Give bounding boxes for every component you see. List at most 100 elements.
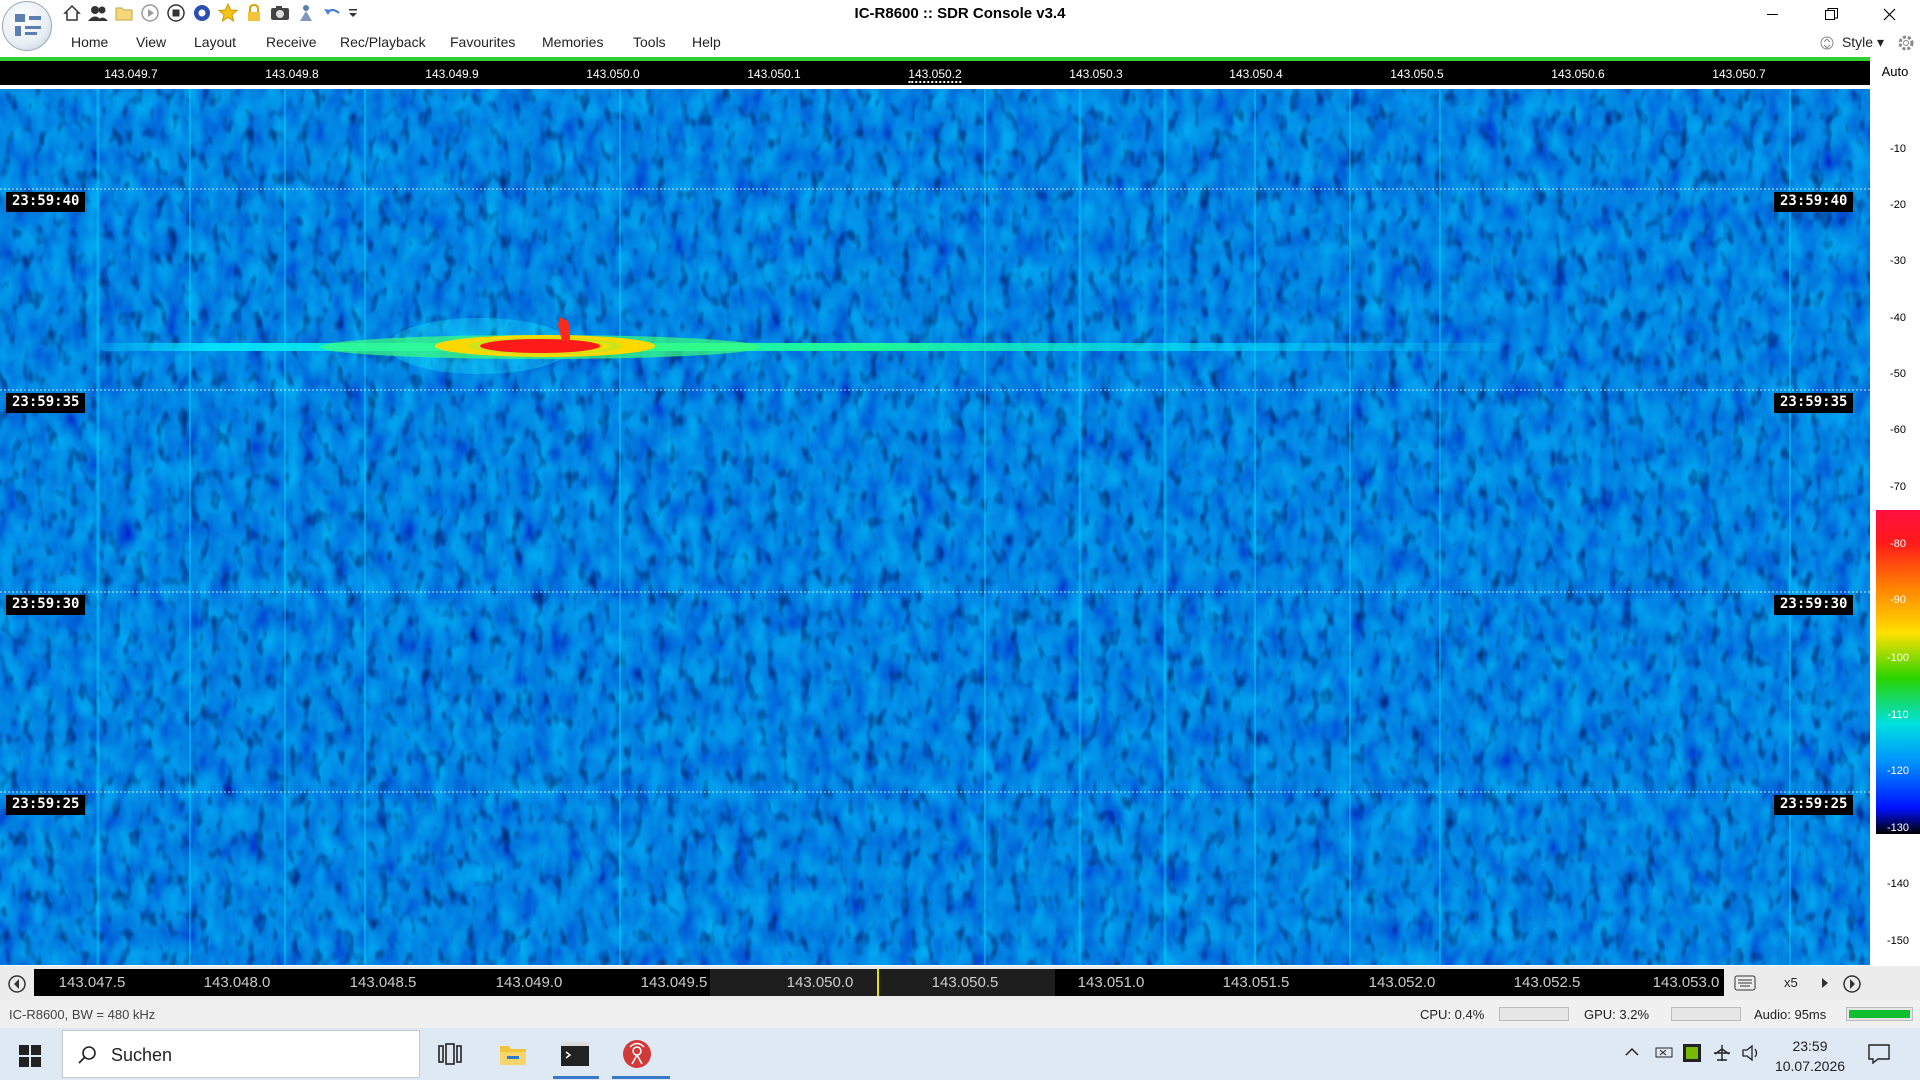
status-bar: IC-R8600, BW = 480 kHz CPU: 0.4% GPU: 3.… bbox=[0, 1000, 1920, 1028]
bottom-freq-label: 143.053.0 bbox=[1652, 974, 1720, 991]
auto-scale-button[interactable]: Auto bbox=[1870, 64, 1920, 79]
top-freq-label: 143.050.5 bbox=[1390, 67, 1444, 81]
waterfall-display[interactable] bbox=[0, 89, 1870, 965]
db-label: -30 bbox=[1890, 255, 1906, 267]
db-label: -10 bbox=[1890, 143, 1906, 155]
bottom-freq-label: 143.052.0 bbox=[1368, 974, 1436, 991]
tray-chevron-up-icon[interactable] bbox=[1624, 1044, 1640, 1060]
top-freq-label: 143.049.7 bbox=[104, 67, 158, 81]
windows-start-icon[interactable] bbox=[19, 1045, 41, 1067]
top-freq-label: 143.050.3 bbox=[1069, 67, 1123, 81]
top-freq-label: 143.050.6 bbox=[1551, 67, 1605, 81]
settings-gear-icon[interactable] bbox=[1896, 33, 1916, 53]
db-label: -140 bbox=[1886, 878, 1910, 890]
style-label: Style bbox=[1841, 34, 1874, 50]
top-freq-label: 143.049.9 bbox=[425, 67, 479, 81]
bottom-freq-label: 143.051.5 bbox=[1222, 974, 1290, 991]
menu-receive[interactable]: Receive bbox=[266, 34, 317, 50]
bottom-freq-label: 143.048.0 bbox=[203, 974, 271, 991]
scroll-right-icon[interactable] bbox=[1842, 974, 1862, 994]
restore-button[interactable] bbox=[1802, 0, 1860, 28]
db-color-bar bbox=[1876, 510, 1920, 834]
top-frequency-scale[interactable]: 143.049.7 143.049.8 143.049.9 143.050.0 … bbox=[0, 61, 1870, 87]
menu-help[interactable]: Help bbox=[692, 34, 721, 50]
bottom-freq-label: 143.048.5 bbox=[349, 974, 417, 991]
db-label: -100 bbox=[1886, 652, 1910, 664]
bandwidth-selection[interactable] bbox=[710, 969, 1055, 996]
db-label: -40 bbox=[1890, 312, 1906, 324]
db-label: -20 bbox=[1890, 199, 1906, 211]
cpu-meter bbox=[1499, 1007, 1569, 1021]
time-marker-right: 23:59:30 bbox=[1774, 595, 1854, 615]
tray-volume-icon[interactable] bbox=[1741, 1044, 1761, 1062]
db-label: -130 bbox=[1886, 822, 1910, 834]
audio-meter bbox=[1846, 1007, 1913, 1021]
audio-meter-fill bbox=[1849, 1010, 1910, 1018]
time-marker-left: 23:59:35 bbox=[6, 393, 86, 413]
minimize-button[interactable] bbox=[1744, 0, 1802, 28]
time-marker-right: 23:59:25 bbox=[1774, 795, 1854, 815]
radio-status: IC-R8600, BW = 480 kHz bbox=[9, 1007, 156, 1022]
tray-network-disconnected-icon[interactable] bbox=[1654, 1044, 1674, 1060]
top-freq-label: 143.050.4 bbox=[1229, 67, 1283, 81]
menu-home[interactable]: Home bbox=[71, 34, 108, 50]
time-marker-left: 23:59:25 bbox=[6, 795, 86, 815]
audio-latency: Audio: 95ms bbox=[1754, 1007, 1827, 1022]
db-label: -50 bbox=[1890, 368, 1906, 380]
scroll-left-icon[interactable] bbox=[7, 974, 27, 994]
style-scroll-icon[interactable] bbox=[1820, 34, 1834, 52]
taskbar-clock[interactable]: 23:59 10.07.2026 bbox=[1770, 1036, 1850, 1076]
clock-date: 10.07.2026 bbox=[1774, 1058, 1846, 1074]
time-marker-left: 23:59:40 bbox=[6, 192, 86, 212]
cpu-usage: CPU: 0.4% bbox=[1420, 1007, 1485, 1022]
db-label: -120 bbox=[1886, 765, 1910, 777]
waterfall-graphic bbox=[0, 89, 1870, 965]
title-bar: IC-R8600 :: SDR Console v3.4 bbox=[0, 0, 1920, 51]
menu-rec-playback[interactable]: Rec/Playback bbox=[340, 34, 426, 50]
gpu-usage: GPU: 3.2% bbox=[1584, 1007, 1650, 1022]
tray-nvidia-icon[interactable] bbox=[1683, 1044, 1701, 1062]
application-menu-button[interactable] bbox=[2, 1, 52, 51]
zoom-arrow-icon[interactable] bbox=[1820, 977, 1830, 989]
clock-time: 23:59 bbox=[1792, 1038, 1828, 1054]
tray-airplane-mode-icon[interactable] bbox=[1712, 1044, 1732, 1062]
db-label: -90 bbox=[1890, 594, 1906, 606]
bottom-freq-label: 143.049.0 bbox=[495, 974, 563, 991]
style-menu[interactable]: Style ▾ bbox=[1842, 34, 1884, 51]
db-label: -70 bbox=[1890, 481, 1906, 493]
zoom-factor[interactable]: x5 bbox=[1784, 975, 1798, 990]
bottom-freq-label: 143.047.5 bbox=[58, 974, 126, 991]
bottom-frequency-scale[interactable]: 143.047.5 143.048.0 143.048.5 143.049.0 … bbox=[34, 969, 1724, 996]
file-explorer-button[interactable] bbox=[486, 1030, 540, 1078]
search-icon bbox=[78, 1046, 96, 1064]
gpu-meter bbox=[1671, 1007, 1741, 1021]
menu-view[interactable]: View bbox=[136, 34, 166, 50]
ribbon-menu-bar: Home View Layout Receive Rec/Playback Fa… bbox=[0, 28, 1920, 58]
sdr-console-app-button[interactable] bbox=[610, 1030, 664, 1078]
taskbar-search-box[interactable]: Suchen bbox=[62, 1030, 420, 1078]
terminal-app-button[interactable] bbox=[548, 1030, 602, 1078]
time-marker-right: 23:59:40 bbox=[1774, 192, 1854, 212]
tuning-cursor[interactable] bbox=[877, 969, 879, 996]
task-view-button[interactable] bbox=[423, 1030, 477, 1078]
top-freq-label: 143.049.8 bbox=[265, 67, 319, 81]
bottom-freq-label: 143.050.0 bbox=[786, 974, 854, 991]
keyboard-icon[interactable] bbox=[1734, 975, 1756, 991]
search-placeholder: Suchen bbox=[111, 1045, 173, 1065]
notification-center-icon[interactable] bbox=[1868, 1044, 1890, 1064]
close-button[interactable] bbox=[1860, 0, 1918, 28]
db-label: -150 bbox=[1886, 935, 1910, 947]
menu-layout[interactable]: Layout bbox=[194, 34, 236, 50]
top-freq-label-selected: 143.050.2 bbox=[908, 67, 962, 83]
bottom-freq-label: 143.050.5 bbox=[931, 974, 999, 991]
bottom-freq-label: 143.049.5 bbox=[640, 974, 708, 991]
db-label: -110 bbox=[1887, 709, 1909, 721]
bottom-frequency-bar: 143.047.5 143.048.0 143.048.5 143.049.0 … bbox=[0, 966, 1920, 1000]
time-marker-left: 23:59:30 bbox=[6, 595, 86, 615]
bottom-freq-label: 143.052.5 bbox=[1513, 974, 1581, 991]
menu-tools[interactable]: Tools bbox=[633, 34, 666, 50]
db-label: -80 bbox=[1890, 538, 1906, 550]
time-marker-right: 23:59:35 bbox=[1774, 393, 1854, 413]
menu-memories[interactable]: Memories bbox=[542, 34, 603, 50]
menu-favourites[interactable]: Favourites bbox=[450, 34, 515, 50]
